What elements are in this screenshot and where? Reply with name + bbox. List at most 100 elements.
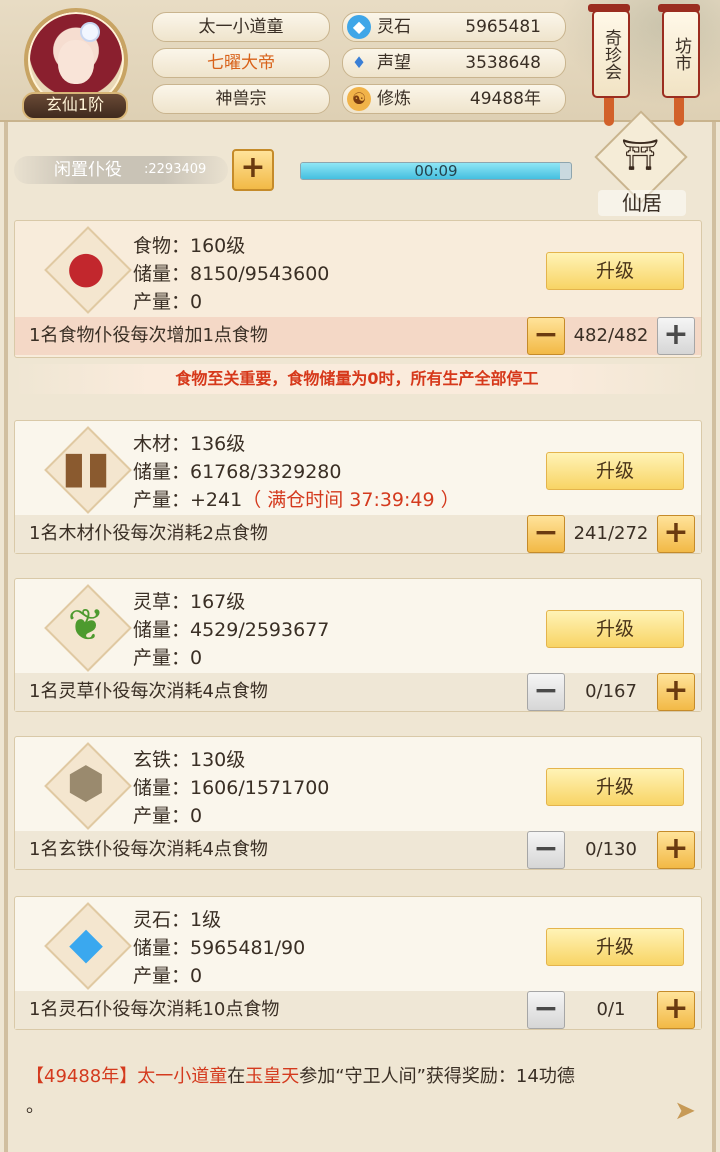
- spirit-stone-icon: ◆: [347, 15, 371, 39]
- event-log: 【49488年】太一小道童在玉皇天参加“守卫人间”获得奖励：14功德。: [26, 1062, 686, 1122]
- servant-count: 241/272: [573, 523, 649, 544]
- servant-desc: 1名玄铁仆役每次消耗4点食物: [29, 839, 268, 860]
- raw-meat-icon: ●: [66, 242, 106, 293]
- tassel-decoration: [674, 98, 684, 126]
- remove-servant-button[interactable]: −: [527, 317, 565, 355]
- log-end: 。: [26, 1096, 44, 1117]
- stat-prestige: ♦ 声望 3538648: [342, 48, 566, 78]
- prestige-crystal-icon: ♦: [351, 53, 367, 72]
- resource-output: 产量：0: [133, 805, 203, 827]
- resource-output: 产量：0: [133, 291, 203, 313]
- log-next-arrow-icon[interactable]: ➤: [668, 1094, 702, 1128]
- log-text: 在: [227, 1066, 246, 1087]
- player-sect: 神兽宗: [152, 84, 330, 114]
- servant-desc: 1名灵草仆役每次消耗4点食物: [29, 681, 268, 702]
- wood-logs-icon: ▮▮: [61, 442, 111, 493]
- add-servant-button[interactable]: +: [232, 149, 274, 191]
- stat-label: 修炼: [377, 89, 411, 109]
- resource-output: 产量：0: [133, 647, 203, 669]
- servant-count: 0/1: [596, 999, 626, 1020]
- add-servant-button[interactable]: +: [657, 673, 695, 711]
- add-servant-button[interactable]: +: [657, 317, 695, 355]
- add-servant-button[interactable]: +: [657, 991, 695, 1029]
- stat-value: 49488年: [469, 89, 541, 109]
- remove-servant-button[interactable]: −: [527, 991, 565, 1029]
- resource-card-spirit-stone: ◆ 灵石：1级 储量：5965481/90 产量：0 升级 1名灵石仆役每次消耗…: [14, 896, 702, 1030]
- resource-storage: 储量：5965481/90: [133, 937, 306, 959]
- remove-servant-button[interactable]: −: [527, 515, 565, 553]
- rank-badge: 玄仙1阶: [22, 92, 128, 120]
- timer-text: 00:09: [414, 162, 458, 180]
- resource-output: 产量：0: [133, 965, 203, 987]
- treasure-pavilion-button[interactable]: 奇珍会: [588, 4, 630, 98]
- iron-ore-icon: ⬢: [66, 758, 106, 809]
- idle-servants-text: 闲置仆役: [54, 160, 122, 180]
- blue-crystal-icon: ◆: [69, 918, 103, 969]
- player-title: 七曜大帝: [152, 48, 330, 78]
- food-warning: 食物至关重要，食物储量为0时，所有生产全部停工: [14, 364, 700, 394]
- resource-output-line: 产量：0: [133, 645, 202, 671]
- stat-value: 3538648: [465, 53, 541, 73]
- upgrade-button[interactable]: 升级: [546, 610, 684, 648]
- top-header: 玄仙1阶 太一小道童 七曜大帝 神兽宗 ◆ 灵石 5965481 ♦ 声望 35…: [0, 0, 720, 126]
- log-text: 参加: [299, 1066, 336, 1087]
- resource-storage: 储量：61768/3329280: [133, 461, 342, 483]
- market-button[interactable]: 坊市: [658, 4, 700, 98]
- servant-desc: 1名食物仆役每次增加1点食物: [29, 325, 268, 346]
- cultivation-icon: ☯: [347, 87, 371, 111]
- resource-level: 灵草：167级: [133, 591, 246, 613]
- resource-level: 玄铁：130级: [133, 749, 246, 771]
- upgrade-button[interactable]: 升级: [546, 928, 684, 966]
- log-reward: 获得奖励：14功德: [425, 1066, 575, 1087]
- resource-output-line: 产量：0: [133, 963, 202, 989]
- servant-count: 0/130: [585, 839, 637, 860]
- servant-count: 482/482: [573, 325, 649, 346]
- resource-icon-frame: ⬢: [43, 741, 132, 830]
- hair-flower-icon: [80, 22, 100, 42]
- upgrade-button[interactable]: 升级: [546, 252, 684, 290]
- log-actor: 太一小道童: [137, 1066, 228, 1087]
- remove-servant-button[interactable]: −: [527, 673, 565, 711]
- resource-card-wood: ▮▮ 木材：136级 储量：61768/3329280 产量：+241（ 满仓时…: [14, 420, 702, 554]
- resource-output: 产量：+241: [133, 489, 243, 511]
- upgrade-button[interactable]: 升级: [546, 768, 684, 806]
- stat-value: 5965481: [465, 17, 541, 37]
- resource-storage: 储量：4529/2593677: [133, 619, 330, 641]
- servant-count: 0/167: [585, 681, 637, 702]
- resource-icon-frame: ●: [43, 225, 132, 314]
- herb-leaf-icon: ❦: [67, 600, 105, 651]
- remove-servant-button[interactable]: −: [527, 831, 565, 869]
- resource-icon-frame: ◆: [43, 901, 132, 990]
- servant-desc-row: 1名玄铁仆役每次消耗4点食物 − 0/130 +: [15, 831, 701, 869]
- resource-level: 食物：160级: [133, 235, 246, 257]
- resource-output-line: 产量：0: [133, 289, 202, 315]
- resource-storage: 储量：8150/9543600: [133, 263, 330, 285]
- left-rail: [4, 0, 8, 1152]
- servant-desc-row: 1名食物仆役每次增加1点食物 − 482/482 +: [15, 317, 701, 355]
- resource-card-herb: ❦ 灵草：167级 储量：4529/2593677 产量：0 升级 1名灵草仆役…: [14, 578, 702, 712]
- avatar-face: [58, 40, 94, 84]
- resource-output-line: 产量：+241（ 满仓时间 37:39:49 ）: [133, 487, 460, 513]
- full-time: （ 满仓时间 37:39:49 ）: [242, 489, 460, 511]
- player-name: 太一小道童: [152, 12, 330, 42]
- servant-desc-row: 1名灵石仆役每次消耗10点食物 − 0/1 +: [15, 991, 701, 1029]
- log-event: “守卫人间”: [335, 1066, 426, 1087]
- idle-servants-label: 闲置仆役 :2293409: [14, 156, 228, 184]
- right-rail: [712, 0, 716, 1152]
- upgrade-button[interactable]: 升级: [546, 452, 684, 490]
- servant-desc: 1名木材仆役每次消耗2点食物: [29, 523, 268, 544]
- add-servant-button[interactable]: +: [657, 515, 695, 553]
- log-year: 【49488年】: [26, 1066, 138, 1087]
- servant-desc: 1名灵石仆役每次消耗10点食物: [29, 999, 280, 1020]
- player-avatar-frame[interactable]: 玄仙1阶: [18, 4, 128, 120]
- servant-timer-bar: 00:09: [300, 162, 572, 180]
- residence-button[interactable]: 仙居: [598, 190, 686, 216]
- stat-cultivation: ☯ 修炼 49488年: [342, 84, 566, 114]
- resource-level: 木材：136级: [133, 433, 246, 455]
- idle-servants-count: :2293409: [144, 162, 207, 177]
- pagoda-icon[interactable]: ⛩: [616, 132, 664, 180]
- resource-level: 灵石：1级: [133, 909, 222, 931]
- tassel-decoration: [604, 98, 614, 126]
- resource-icon-frame: ▮▮: [43, 425, 132, 514]
- add-servant-button[interactable]: +: [657, 831, 695, 869]
